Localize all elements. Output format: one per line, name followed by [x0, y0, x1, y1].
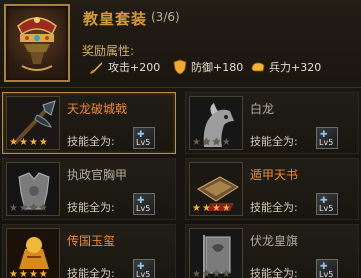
- skill-label: 技能全为:: [67, 201, 115, 214]
- item-name: 伏龙皇旗: [250, 234, 299, 248]
- skill-label: 技能全为:: [67, 135, 115, 148]
- bonus-attack: 攻击+200: [89, 58, 160, 76]
- fist-icon: [251, 62, 265, 72]
- bonus-defense-text: 防御+180: [191, 61, 244, 74]
- item-name: 传国玉玺: [67, 234, 116, 248]
- item-card-4[interactable]: ★ ★ ★ ★ 遁甲天书 技能全为: ✚ Lv5: [185, 158, 359, 220]
- star-rating: ★ ★ ★ ★: [192, 203, 231, 214]
- set-progress-count: (3/6): [151, 10, 180, 24]
- star-rating: ★ ★ ★ ★: [192, 137, 231, 148]
- item-name: 遁甲天书: [250, 168, 299, 182]
- item-card-1[interactable]: ★ ★ ★ ★ 天龙破城戟 技能全为: ✚ Lv5: [2, 92, 176, 154]
- skill-label: 技能全为:: [67, 267, 115, 278]
- shield-icon: [173, 59, 187, 75]
- bonus-attack-text: 攻击+200: [108, 61, 161, 74]
- skill-level-badge: ✚ Lv5: [316, 259, 338, 278]
- item-card-6[interactable]: ★ ★ ★ ★ 伏龙皇旗 技能全为: ✚ Lv5: [185, 224, 359, 278]
- item-name: 白龙: [250, 102, 275, 116]
- star-rating: ★ ★ ★ ★: [9, 203, 48, 214]
- skill-level-badge: ✚ Lv5: [316, 193, 338, 215]
- skill-level-badge: ✚ Lv5: [133, 127, 155, 149]
- set-panel: 教皇套装 (3/6) 奖励属性: 攻击+200 防御+180 兵力+320 ★ …: [0, 0, 361, 278]
- skill-label: 技能全为:: [250, 135, 298, 148]
- skill-label: 技能全为:: [250, 267, 298, 278]
- skill-label: 技能全为:: [250, 201, 298, 214]
- bonus-defense: 防御+180: [172, 58, 243, 76]
- bonus-troops-text: 兵力+320: [269, 61, 322, 74]
- star-rating: ★ ★ ★ ★: [192, 269, 231, 278]
- item-card-5[interactable]: ★ ★ ★ ★ 传国玉玺 技能全为: ✚ Lv5: [2, 224, 176, 278]
- star-rating: ★ ★ ★ ★: [9, 269, 48, 278]
- skill-level-badge: ✚ Lv5: [316, 127, 338, 149]
- bonus-label: 奖励属性:: [82, 44, 135, 58]
- skill-level-badge: ✚ Lv5: [133, 259, 155, 278]
- item-name: 天龙破城戟: [67, 102, 128, 116]
- item-card-3[interactable]: ★ ★ ★ ★ 执政官胸甲 技能全为: ✚ Lv5: [2, 158, 176, 220]
- sword-icon: [89, 62, 102, 75]
- set-emblem[interactable]: [4, 4, 70, 82]
- skill-level-badge: ✚ Lv5: [133, 193, 155, 215]
- set-header: 教皇套装 (3/6) 奖励属性: 攻击+200 防御+180 兵力+320: [0, 0, 361, 88]
- item-card-2[interactable]: ★ ★ ★ ★ 白龙 技能全为: ✚ Lv5: [185, 92, 359, 154]
- item-name: 执政官胸甲: [67, 168, 128, 182]
- bonus-troops: 兵力+320: [250, 58, 321, 76]
- set-title: 教皇套装: [83, 10, 148, 28]
- star-rating: ★ ★ ★ ★: [9, 137, 48, 148]
- crown-icon: [17, 17, 57, 71]
